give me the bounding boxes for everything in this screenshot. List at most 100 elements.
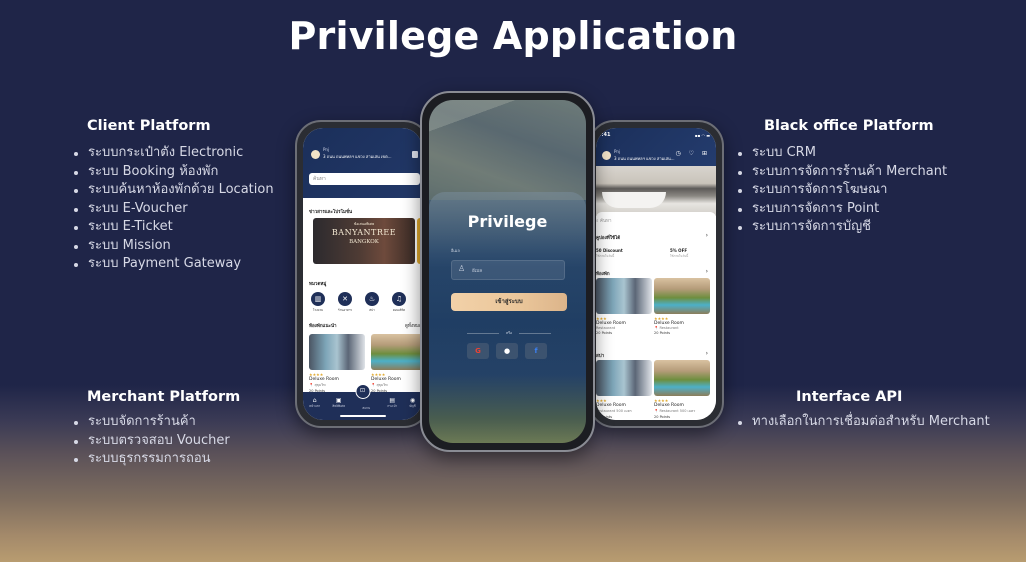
bullet-icon [74,458,78,462]
app-header: 9:41 ▪▪ ◠ ▬ Pnj 3 ถนน ถนนพหลฯ แขวง สามเส… [596,128,716,166]
search-input[interactable]: ค้นหา [309,173,420,185]
phone-mockup-home: Pnj 3 ถนน ถนนพหลฯ แขวง สามเสน เขต... ค้น… [295,120,430,428]
category-item[interactable]: ♫ คอนเสิร์ต [390,292,408,313]
facebook-login-button[interactable]: f [525,343,547,359]
bullet-icon [74,226,78,230]
google-login-button[interactable]: G [467,343,489,359]
status-icons: ▪▪ ◠ ▬ [694,133,710,138]
chevron-right-icon[interactable]: › [706,232,708,239]
room-image [596,360,652,396]
profile-icon: ◉ [409,397,416,404]
room-card[interactable]: ★★★★ Deluxe Room 📍 สุขุมวิท 20 Points [309,334,365,393]
bottom-nav: ⌂ หน้าแรก ▣ สิทธิพิเศษ ⊡ สแกน ▤ กระเป๋า ◉ บัญ… [303,384,422,420]
section-heading: Interface API [796,389,903,405]
feature-item: ระบบกระเป๋าตัง Electronic [74,144,274,163]
category-item[interactable]: ▥ โรงแรม [309,292,327,313]
background-collage [429,100,586,200]
feature-list: ระบบกระเป๋าตัง Electronic ระบบ Booking ห… [74,144,274,274]
wallet-icon: ▤ [389,397,396,404]
apple-login-button[interactable]: ● [496,343,518,359]
nav-account[interactable]: ◉ บัญชี [409,397,416,420]
room-image [596,278,652,314]
bullet-icon [738,152,742,156]
feature-item: ระบบตรวจสอบ Voucher [74,432,240,451]
coupons-label: คูปองที่ใช้ได้ [596,236,621,241]
spa-label: สปา [596,354,605,359]
category-item[interactable]: ♨ สปา [363,292,381,313]
coupon-card[interactable]: 50 Discount ใช้ภายในวันนี้ [596,248,623,262]
user-name: Pnj [323,147,329,152]
email-label: อีเมล [451,248,460,253]
room-card[interactable]: ★★★★ Deluxe Room 📍 Restaurant 500 เมตร 2… [654,360,710,419]
room-card[interactable]: ★★★★ Deluxe Room 📍 Restaurant 20 Points [654,278,710,335]
page-title: Privilege Application [288,14,738,58]
feature-item: ระบบค้นหาห้องพักด้วย Location [74,181,274,200]
feature-item: ระบบ E-Ticket [74,218,274,237]
header-action-icons[interactable]: ◷ ♡ ⊞ [676,150,710,157]
avatar[interactable] [602,151,611,160]
user-name: Pnj [614,149,620,154]
room-card[interactable]: ★★★ Deluxe Room Restaurant 20 Points [596,278,652,335]
email-field[interactable]: ♙ อีเมล [451,260,565,280]
phone-screen: Pnj 3 ถนน ถนนพหลฯ แขวง สามเสน เขต... ค้น… [303,128,422,420]
recommended-label: ห้องพักแนะนำ [309,324,337,329]
phone-mockup-listing: 9:41 ▪▪ ◠ ▬ Pnj 3 ถนน ถนนพหลฯ แขวง สามเส… [588,120,724,428]
room-card[interactable]: ★★★★ Deluxe Room 📍 สุขุมวิท 20 Points [371,334,422,393]
search-input[interactable]: ⌕ ค้นหา [596,217,612,224]
app-brand: Privilege [467,212,548,231]
room-image [654,360,710,396]
restaurant-icon: ✕ [338,292,352,306]
feature-list: ระบบ CRM ระบบการจัดการร้านค้า Merchant ร… [738,144,947,237]
search-placeholder: ค้นหา [313,176,326,182]
category-item[interactable]: ✕ ร้านอาหาร [336,292,354,313]
bullet-icon [74,152,78,156]
chevron-right-icon[interactable]: › [706,350,708,357]
bullet-icon [74,421,78,425]
category-list: ▥ โรงแรม ✕ ร้านอาหาร ♨ สปา ♫ คอนเสิร์ต [309,292,422,313]
app-header: Pnj 3 ถนน ถนนพหลฯ แขวง สามเสน เขต... ค้น… [303,128,422,198]
social-login-buttons: G ● f [467,343,547,359]
divider-line [519,333,551,334]
notification-icon[interactable] [412,151,418,158]
bullet-icon [74,170,78,175]
bullet-icon [738,226,742,230]
feature-item: ระบบ Payment Gateway [74,255,274,274]
gift-icon: ▣ [335,397,342,404]
coupon-card[interactable]: 5% OFF ใช้ภายในวันนี้ [670,248,688,262]
feature-item: ระบบการจัดการบัญชี [738,218,947,237]
facebook-icon: f [534,347,538,355]
promo-banner[interactable]: ข้อเสนอพิเศษ BANYANTREE BANGKOK [313,218,415,264]
chevron-right-icon[interactable]: › [706,268,708,275]
feature-list: ทางเลือกในการเชื่อมต่อสำหรับ Merchant [738,413,990,432]
nav-wallet[interactable]: ▤ กระเป๋า [387,397,397,420]
avatar[interactable] [311,150,320,159]
bullet-icon [738,170,742,175]
feature-item: ระบบการจัดการ Point [738,200,947,219]
login-button[interactable]: เข้าสู่ระบบ [451,293,567,311]
user-icon: ♙ [458,264,466,273]
bullet-icon [74,189,78,193]
hotel-icon: ▥ [311,292,325,306]
bullet-icon [74,439,78,444]
spa-icon: ♨ [365,292,379,306]
section-heading: Black office Platform [764,118,934,134]
client-platform-section: Client Platform ระบบกระเป๋าตัง Electroni… [74,118,274,274]
bullet-icon [74,244,78,249]
nav-home[interactable]: ⌂ หน้าแรก [309,397,320,420]
room-image [371,334,422,370]
bullet-icon [738,189,742,193]
bullet-icon [738,207,742,212]
bullet-icon [74,207,78,212]
music-icon: ♫ [392,292,406,306]
feature-item: ระบบ Booking ห้องพัก [74,163,274,182]
merchant-platform-section: Merchant Platform ระบบจัดการร้านค้า ระบบ… [74,389,240,469]
bullet-icon [74,263,78,267]
home-indicator [339,415,386,417]
user-address: 3 ถนน ถนนพหลฯ แขวง สามเสน... [614,156,675,161]
scan-icon: ⊡ [355,384,370,399]
room-card[interactable]: ★★★ Deluxe Room Restaurant 500 เมตร 20 P… [596,360,652,419]
feature-item: ระบบ CRM [738,144,947,163]
feature-item: ระบบ Mission [74,237,274,256]
apple-icon: ● [503,347,511,355]
feature-item: ระบบ E-Voucher [74,200,274,219]
